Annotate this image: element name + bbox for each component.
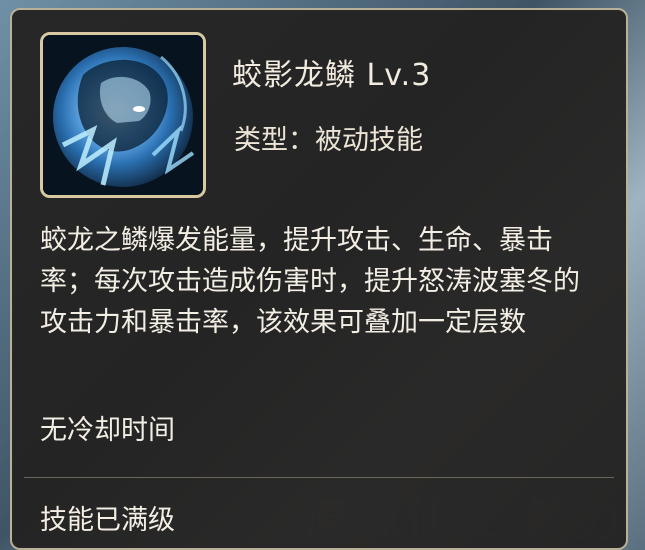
skill-description: 蛟龙之鳞爆发能量，提升攻击、生命、暴击率；每次攻击造成伤害时，提升怒涛波塞冬的攻…	[40, 225, 580, 338]
skill-type: 类型：被动技能	[234, 125, 423, 156]
skill-tooltip-panel: 蛟影龙鳞 Lv.3 类型：被动技能 蛟龙之鳞爆发能量，提升攻击、生命、暴击率；每…	[10, 8, 628, 550]
skill-level-status: 技能已满级	[40, 505, 175, 536]
frost-dragon-hero-portrait-icon	[43, 35, 203, 195]
skill-icon	[40, 32, 206, 198]
divider	[24, 477, 614, 478]
cooldown-text: 无冷却时间	[40, 415, 175, 446]
skill-name-level: 蛟影龙鳞 Lv.3	[232, 58, 432, 93]
